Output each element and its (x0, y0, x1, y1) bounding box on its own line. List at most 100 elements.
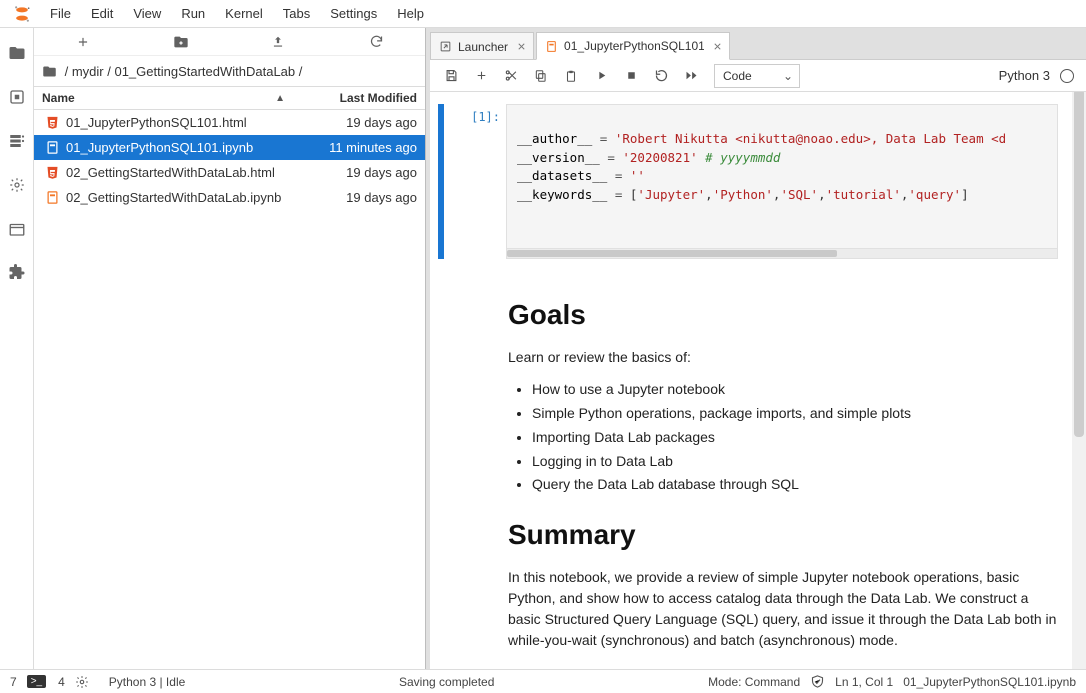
list-item: Importing Data Lab packages (532, 426, 1058, 450)
menu-kernel[interactable]: Kernel (215, 2, 273, 25)
file-name: 02_GettingStartedWithDataLab.html (66, 165, 346, 180)
copy-button[interactable] (528, 63, 554, 89)
menu-edit[interactable]: Edit (81, 2, 123, 25)
paragraph: Learn or review the basics of: (508, 347, 1058, 368)
horizontal-scrollbar[interactable] (506, 249, 1058, 259)
close-icon[interactable] (516, 41, 527, 52)
cell-prompt: [1]: (448, 104, 506, 259)
file-name: 02_GettingStartedWithDataLab.ipynb (66, 190, 346, 205)
list-item: How to use a Jupyter notebook (532, 378, 1058, 402)
cell-collapse-bar[interactable] (438, 104, 444, 259)
refresh-button[interactable] (327, 28, 425, 55)
content-area: Launcher 01_JupyterPythonSQL101.ip Code (426, 28, 1086, 669)
status-filename[interactable]: 01_JupyterPythonSQL101.ipynb (903, 675, 1076, 689)
scrollbar-thumb[interactable] (507, 250, 837, 257)
sort-caret-icon: ▲ (275, 93, 285, 104)
html-file-icon (42, 165, 62, 180)
folder-icon (42, 64, 57, 79)
file-list-header[interactable]: Name ▲ Last Modified (34, 86, 425, 110)
tab-launcher[interactable]: Launcher (430, 32, 534, 60)
status-mode[interactable]: Mode: Command (708, 675, 800, 689)
tab-label: 01_JupyterPythonSQL101.ip (564, 39, 704, 53)
bullet-list: How to use a Jupyter notebookSimple Pyth… (532, 378, 1058, 497)
menu-run[interactable]: Run (171, 2, 215, 25)
shield-icon[interactable] (810, 674, 825, 689)
cut-button[interactable] (498, 63, 524, 89)
file-row[interactable]: 02_GettingStartedWithDataLab.html19 days… (34, 160, 425, 185)
vertical-scrollbar[interactable] (1072, 89, 1086, 669)
code-cell[interactable]: [1]: __author__ = 'Robert Nikutta <nikut… (438, 104, 1058, 259)
folder-icon[interactable] (8, 44, 26, 62)
menu-settings[interactable]: Settings (320, 2, 387, 25)
file-name: 01_JupyterPythonSQL101.html (66, 115, 346, 130)
restart-run-all-button[interactable] (678, 63, 704, 89)
save-button[interactable] (438, 63, 464, 89)
notebook-file-icon (42, 190, 62, 205)
file-row[interactable]: 02_GettingStartedWithDataLab.ipynb19 day… (34, 185, 425, 210)
interrupt-button[interactable] (618, 63, 644, 89)
upload-button[interactable] (230, 28, 328, 55)
launcher-icon (439, 40, 452, 53)
gear-icon[interactable] (8, 177, 24, 193)
running-icon[interactable] (8, 88, 26, 106)
commands-icon[interactable] (8, 132, 26, 150)
close-icon[interactable] (712, 41, 723, 52)
file-modified: 19 days ago (346, 190, 417, 205)
code-editor[interactable]: __author__ = 'Robert Nikutta <nikutta@no… (506, 104, 1058, 249)
file-browser: / mydir / 01_GettingStartedWithDataLab /… (34, 28, 426, 669)
status-cursor[interactable]: Ln 1, Col 1 (835, 675, 893, 689)
status-terminal-count: 4 (58, 675, 65, 689)
status-bar: 7 >_ 4 Python 3 | Idle Saving completed … (0, 669, 1086, 693)
tabs-icon[interactable] (8, 220, 26, 238)
menu-view[interactable]: View (123, 2, 171, 25)
file-name: 01_JupyterPythonSQL101.ipynb (66, 140, 329, 155)
list-item: Logging in to Data Lab (532, 450, 1058, 474)
menu-help[interactable]: Help (387, 2, 434, 25)
cell-type-value: Code (723, 69, 752, 83)
menu-tabs[interactable]: Tabs (273, 2, 320, 25)
status-count: 7 (10, 675, 17, 689)
list-item: Query the Data Lab database through SQL (532, 473, 1058, 497)
notebook-body[interactable]: [1]: __author__ = 'Robert Nikutta <nikut… (430, 92, 1086, 669)
run-button[interactable] (588, 63, 614, 89)
activity-bar (0, 28, 34, 669)
name-col-header: Name (42, 91, 75, 105)
markdown-cell[interactable]: Goals Learn or review the basics of: How… (438, 267, 1058, 651)
notebook-toolbar: Code Python 3 (430, 59, 1086, 92)
kernel-status-icon[interactable] (1060, 69, 1074, 83)
scrollbar-thumb[interactable] (1074, 89, 1084, 437)
breadcrumb[interactable]: / mydir / 01_GettingStartedWithDataLab / (34, 56, 425, 86)
paragraph: In this notebook, we provide a review of… (508, 567, 1058, 651)
file-modified: 19 days ago (346, 165, 417, 180)
extensions-icon[interactable] (8, 264, 26, 282)
status-kernel[interactable]: Python 3 | Idle (109, 675, 186, 689)
insert-cell-button[interactable] (468, 63, 494, 89)
file-row[interactable]: 01_JupyterPythonSQL101.html19 days ago (34, 110, 425, 135)
tab-bar: Launcher 01_JupyterPythonSQL101.ip (430, 32, 1086, 60)
new-folder-button[interactable] (132, 28, 230, 55)
list-item: Simple Python operations, package import… (532, 402, 1058, 426)
cell-type-select[interactable]: Code (714, 64, 800, 88)
kernel-name[interactable]: Python 3 (999, 68, 1050, 83)
breadcrumb-segment[interactable]: 01_GettingStartedWithDataLab (114, 64, 295, 79)
notebook-icon (545, 40, 558, 53)
jupyter-logo (10, 2, 34, 26)
modified-col-header: Last Modified (295, 91, 425, 105)
file-row[interactable]: 01_JupyterPythonSQL101.ipynb11 minutes a… (34, 135, 425, 160)
restart-button[interactable] (648, 63, 674, 89)
file-modified: 19 days ago (346, 115, 417, 130)
status-saving: Saving completed (399, 675, 494, 689)
tab-label: Launcher (458, 40, 508, 54)
file-browser-toolbar (34, 28, 425, 56)
terminal-icon[interactable]: >_ (27, 675, 46, 688)
notebook-file-icon (42, 140, 62, 155)
tab-notebook[interactable]: 01_JupyterPythonSQL101.ip (536, 32, 730, 60)
heading-summary: Summary (508, 519, 1058, 551)
gear-icon[interactable] (75, 675, 89, 689)
paste-button[interactable] (558, 63, 584, 89)
breadcrumb-segment[interactable]: mydir (72, 64, 104, 79)
menu-file[interactable]: File (40, 2, 81, 25)
file-list: 01_JupyterPythonSQL101.html19 days ago01… (34, 110, 425, 669)
new-launcher-button[interactable] (34, 28, 132, 55)
heading-goals: Goals (508, 299, 1058, 331)
